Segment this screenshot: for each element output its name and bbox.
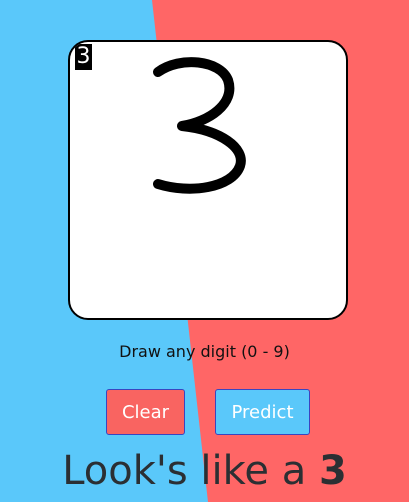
prediction-result: Look's like a 3	[0, 448, 409, 494]
predict-button[interactable]: Predict	[215, 389, 310, 435]
result-prefix: Look's like a	[62, 448, 319, 494]
clear-button[interactable]: Clear	[106, 389, 185, 435]
drawing-canvas[interactable]: 3	[68, 40, 348, 320]
drawn-digit-stroke	[153, 57, 246, 194]
predicted-digit: 3	[318, 448, 347, 494]
instruction-text: Draw any digit (0 - 9)	[119, 342, 290, 361]
